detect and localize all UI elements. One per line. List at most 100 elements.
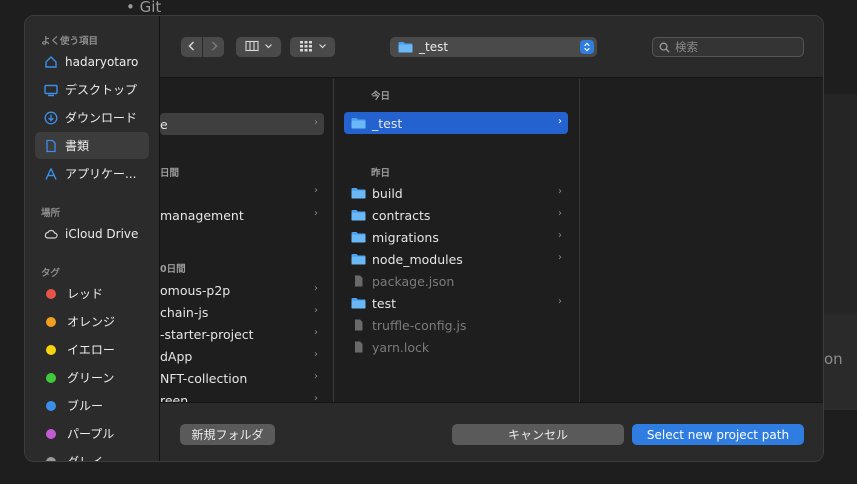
sidebar-tag-yellow[interactable]: イエロー (35, 336, 149, 363)
list-item[interactable]: build › (344, 182, 568, 204)
file-icon (351, 319, 366, 331)
column-browser: e › 日間 › management › 0日間 omous-p2p › ch… (160, 79, 823, 402)
download-icon (43, 110, 59, 126)
tag-color-dot (46, 400, 56, 411)
chevron-right-icon: › (558, 230, 562, 241)
view-mode-button[interactable] (236, 37, 281, 57)
list-item[interactable]: node_modules › (344, 248, 568, 270)
list-item[interactable]: chain-js › (160, 301, 324, 323)
search-input[interactable]: 検索 (652, 37, 804, 57)
group-by-button[interactable] (290, 37, 335, 57)
sidebar-item-home[interactable]: hadaryotaro (35, 48, 149, 75)
sidebar-section-locations: 場所 (41, 208, 61, 219)
cloud-icon (43, 226, 59, 242)
sidebar-item-applications[interactable]: アプリケー... (35, 160, 149, 187)
list-item-label: NFT-collection (160, 370, 248, 386)
sidebar-item-label: iCloud Drive (65, 226, 139, 241)
tag-color-dot (46, 372, 56, 383)
file-icon (351, 341, 366, 353)
list-item[interactable]: e › (160, 113, 324, 135)
tag-color-dot (46, 316, 56, 327)
list-item[interactable]: management › (160, 204, 324, 226)
cancel-button[interactable]: キャンセル (452, 424, 624, 445)
path-popup-label: _test (419, 40, 449, 54)
tag-color-dot (46, 456, 56, 461)
column-current: 今日 _test › 昨日 build › contracts › migrat… (334, 79, 580, 402)
house-icon (43, 54, 59, 70)
list-item-label: dApp (160, 348, 193, 364)
list-item-label: management (160, 207, 244, 223)
back-button[interactable] (181, 37, 202, 57)
list-item[interactable]: -starter-project › (160, 323, 324, 345)
sidebar-tag-label: グリーン (67, 371, 115, 385)
list-item-label: chain-js (160, 304, 209, 320)
list-item-label: contracts (372, 207, 431, 223)
sidebar-section-tags: タグ (41, 268, 61, 279)
list-item[interactable]: › (160, 181, 324, 203)
chevron-right-icon: › (314, 349, 318, 360)
forward-button[interactable] (203, 37, 224, 57)
group-header-today: 今日 (371, 91, 391, 102)
folder-icon (351, 209, 366, 221)
list-item[interactable]: dApp › (160, 345, 324, 367)
list-item[interactable]: reen › (160, 389, 324, 403)
list-item[interactable]: NFT-collection › (160, 367, 324, 389)
list-item-label: _test (372, 115, 403, 131)
sidebar-section-favorites: よく使う項目 (41, 36, 99, 47)
column-parent: e › 日間 › management › 0日間 omous-p2p › ch… (160, 79, 334, 402)
folder-icon (351, 253, 366, 265)
sidebar-tag-orange[interactable]: オレンジ (35, 308, 149, 335)
sidebar-tag-red[interactable]: レッド (35, 280, 149, 307)
open-dialog: よく使う項目 hadaryotaro デスクトップ ダウンロード 書類 アプリケ… (24, 15, 824, 462)
list-item[interactable]: contracts › (344, 204, 568, 226)
list-item-label: reen (160, 392, 189, 403)
sidebar-tag-label: イエロー (67, 343, 115, 357)
sidebar-item-label: アプリケー... (65, 167, 137, 181)
list-item-label: test (372, 295, 397, 311)
list-item-label: node_modules (372, 251, 463, 267)
sidebar-tag-label: ブルー (67, 399, 104, 413)
search-placeholder: 検索 (675, 40, 698, 54)
app-icon (43, 166, 59, 182)
list-item-label: truffle-config.js (372, 317, 467, 333)
select-path-button[interactable]: Select new project path (632, 424, 804, 445)
list-item[interactable]: migrations › (344, 226, 568, 248)
chevron-down-icon (264, 40, 273, 55)
chevron-right-icon: › (314, 393, 318, 402)
chevron-right-icon: › (558, 296, 562, 307)
sidebar-item-documents[interactable]: 書類 (35, 132, 149, 159)
sidebar-tag-gray[interactable]: グレイ (35, 448, 149, 461)
list-item-selected[interactable]: _test › (344, 112, 568, 134)
sidebar-item-icloud[interactable]: iCloud Drive (35, 220, 149, 247)
sidebar-item-desktop[interactable]: デスクトップ (35, 76, 149, 103)
list-item[interactable]: test › (344, 292, 568, 314)
list-item-label: build (372, 185, 403, 201)
background-panel (824, 94, 857, 314)
new-folder-button[interactable]: 新規フォルダ (180, 424, 275, 445)
folder-icon (398, 41, 413, 53)
sidebar-item-label: 書類 (65, 139, 90, 153)
list-item: package.json (344, 270, 568, 292)
list-item-label: package.json (372, 273, 455, 289)
group-header-yesterday: 昨日 (371, 168, 391, 179)
sidebar-tag-purple[interactable]: パープル (35, 420, 149, 447)
sidebar-tag-blue[interactable]: ブルー (35, 392, 149, 419)
path-popup-button[interactable]: _test (390, 37, 597, 57)
chevron-down-icon (318, 40, 327, 55)
chevron-left-icon (186, 40, 198, 55)
list-item-label: e (160, 116, 168, 132)
list-item-label: migrations (372, 229, 439, 245)
desktop-icon (43, 82, 59, 98)
sidebar-tag-green[interactable]: グリーン (35, 364, 149, 391)
file-icon (351, 275, 366, 287)
list-item: yarn.lock (344, 336, 568, 358)
chevron-right-icon: › (314, 117, 318, 128)
chevron-right-icon: › (558, 208, 562, 219)
chevron-right-icon: › (558, 252, 562, 263)
tag-color-dot (46, 288, 56, 299)
sidebar-tag-label: パープル (67, 427, 115, 441)
tag-color-dot (46, 428, 56, 439)
sidebar-item-downloads[interactable]: ダウンロード (35, 104, 149, 131)
sidebar-item-label: hadaryotaro (65, 54, 139, 69)
list-item[interactable]: omous-p2p › (160, 279, 324, 301)
